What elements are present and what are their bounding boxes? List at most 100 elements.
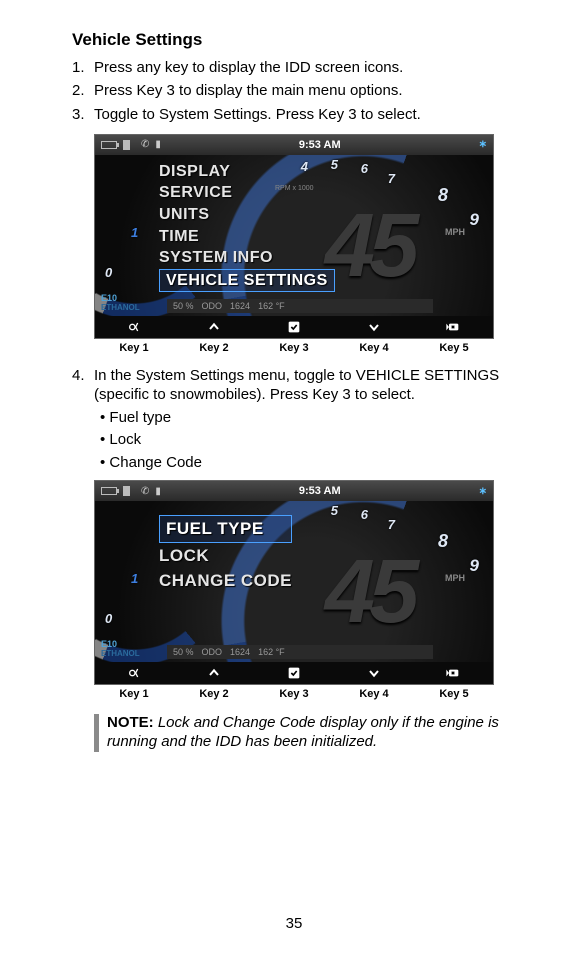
settings-menu: DISPLAY SERVICE UNITS TIME SYSTEM INFO V… — [159, 161, 335, 293]
chat-icon: ▮ — [155, 139, 161, 150]
readout-pct: 50 % — [173, 301, 194, 311]
note-accent-bar — [94, 714, 99, 752]
page-heading: Vehicle Settings — [72, 30, 516, 50]
note-label: NOTE: — [107, 714, 154, 731]
key5-back-icon[interactable] — [413, 662, 493, 684]
key4-label: Key 4 — [334, 688, 414, 700]
speed-unit: MPH — [445, 227, 465, 237]
readout-odo-label: ODO — [202, 647, 223, 657]
page-number: 35 — [0, 915, 588, 932]
speed-unit: MPH — [445, 573, 465, 583]
vehicle-settings-menu: FUEL TYPE LOCK CHANGE CODE — [159, 515, 292, 594]
menu-system-info[interactable]: SYSTEM INFO — [159, 247, 335, 269]
clock: 9:53 AM — [299, 139, 341, 151]
bluetooth-icon: ∗ — [479, 486, 487, 497]
key2-up-icon[interactable] — [175, 662, 255, 684]
step-1: 1.Press any key to display the IDD scree… — [72, 56, 516, 79]
key3-check-icon[interactable] — [254, 662, 334, 684]
menu-lock[interactable]: LOCK — [159, 543, 292, 569]
fuel-ethanol: ETHANOL — [101, 649, 140, 658]
tick-0: 0 — [105, 611, 112, 626]
tick-7: 7 — [388, 171, 395, 186]
step-2-text: Press Key 3 to display the main menu opt… — [94, 79, 403, 102]
dashboard: 45 MPH RPM x 1000 0 1 4 5 6 7 8 9 DISPLA… — [95, 155, 493, 316]
key4-down-icon[interactable] — [334, 662, 414, 684]
signal-icon — [123, 486, 135, 496]
menu-vehicle-settings[interactable]: VEHICLE SETTINGS — [159, 269, 335, 293]
readout-temp: 162 °F — [258, 301, 285, 311]
step-1-text: Press any key to display the IDD screen … — [94, 56, 403, 79]
step-3: 3.Toggle to System Settings. Press Key 3… — [72, 103, 516, 126]
idd-screen-2: ✆ ▮ 9:53 AM ∗ 45 MPH 0 1 5 6 7 8 9 FUEL … — [94, 480, 494, 685]
step-4: 4. In the System Settings menu, toggle t… — [72, 366, 516, 475]
readout-odo-label: ODO — [202, 301, 223, 311]
clock: 9:53 AM — [299, 485, 341, 497]
tick-7: 7 — [388, 517, 395, 532]
menu-units[interactable]: UNITS — [159, 204, 335, 226]
idd-screen-1: ✆ ▮ 9:53 AM ∗ 45 MPH RPM x 1000 0 1 4 5 … — [94, 134, 494, 339]
softkey-bar-2 — [95, 662, 493, 684]
tick-0: 0 — [105, 265, 112, 280]
tick-5: 5 — [331, 503, 338, 518]
signal-icon — [123, 140, 135, 150]
readout-temp: 162 °F — [258, 647, 285, 657]
phone-icon: ✆ — [141, 486, 149, 497]
key4-down-icon[interactable] — [334, 316, 414, 338]
chat-icon: ▮ — [155, 486, 161, 497]
bullet-fuel: • Fuel type — [94, 407, 516, 430]
tick-6: 6 — [361, 507, 368, 522]
step-3-text: Toggle to System Settings. Press Key 3 t… — [94, 103, 421, 126]
status-bar: ✆ ▮ 9:53 AM ∗ — [95, 135, 493, 155]
softkey-bar — [95, 316, 493, 338]
tick-9: 9 — [470, 210, 479, 230]
readout-odo: 1624 — [230, 301, 250, 311]
fuel-e10: E10 — [101, 639, 117, 649]
key2-label: Key 2 — [174, 688, 254, 700]
note-block: NOTE: Lock and Change Code display only … — [94, 714, 516, 752]
fuel-badge: E10 ETHANOL — [101, 640, 140, 658]
tick-1: 1 — [131, 225, 138, 240]
menu-change-code[interactable]: CHANGE CODE — [159, 568, 292, 594]
menu-display[interactable]: DISPLAY — [159, 161, 335, 183]
menu-service[interactable]: SERVICE — [159, 182, 335, 204]
readout-pct: 50 % — [173, 647, 194, 657]
sub-bullets: • Fuel type • Lock • Change Code — [94, 407, 516, 475]
readout-bar: 50 % ODO 1624 162 °F — [167, 299, 433, 313]
battery-icon — [101, 141, 117, 149]
battery-icon — [101, 487, 117, 495]
key1-icon[interactable] — [95, 316, 175, 338]
key5-label: Key 5 — [414, 688, 494, 700]
fuel-badge: E10 ETHANOL — [101, 294, 140, 312]
key-labels-2: Key 1 Key 2 Key 3 Key 4 Key 5 — [94, 688, 494, 700]
tick-8: 8 — [438, 531, 448, 552]
tick-1: 1 — [131, 571, 138, 586]
note-body: Lock and Change Code display only if the… — [107, 714, 499, 750]
step-4-text: In the System Settings menu, toggle to V… — [94, 367, 499, 404]
key1-label: Key 1 — [94, 342, 174, 354]
bullet-change: • Change Code — [94, 452, 516, 475]
key1-label: Key 1 — [94, 688, 174, 700]
key-labels-1: Key 1 Key 2 Key 3 Key 4 Key 5 — [94, 342, 494, 354]
tick-6: 6 — [361, 161, 368, 176]
key1-icon[interactable] — [95, 662, 175, 684]
screenshot-2: ✆ ▮ 9:53 AM ∗ 45 MPH 0 1 5 6 7 8 9 FUEL … — [94, 480, 516, 700]
key5-back-icon[interactable] — [413, 316, 493, 338]
bluetooth-icon: ∗ — [479, 139, 487, 150]
key5-label: Key 5 — [414, 342, 494, 354]
key2-label: Key 2 — [174, 342, 254, 354]
tick-9: 9 — [470, 556, 479, 576]
dashboard-2: 45 MPH 0 1 5 6 7 8 9 FUEL TYPE LOCK CHAN… — [95, 501, 493, 662]
menu-time[interactable]: TIME — [159, 226, 335, 248]
key3-label: Key 3 — [254, 688, 334, 700]
key3-label: Key 3 — [254, 342, 334, 354]
readout-bar: 50 % ODO 1624 162 °F — [167, 645, 433, 659]
fuel-ethanol: ETHANOL — [101, 303, 140, 312]
key4-label: Key 4 — [334, 342, 414, 354]
menu-fuel-type[interactable]: FUEL TYPE — [159, 515, 292, 543]
screenshot-1: ✆ ▮ 9:53 AM ∗ 45 MPH RPM x 1000 0 1 4 5 … — [94, 134, 516, 354]
step-2: 2.Press Key 3 to display the main menu o… — [72, 79, 516, 102]
key2-up-icon[interactable] — [175, 316, 255, 338]
speed-value: 45 — [325, 541, 413, 644]
instruction-list: 1.Press any key to display the IDD scree… — [72, 56, 516, 126]
key3-check-icon[interactable] — [254, 316, 334, 338]
